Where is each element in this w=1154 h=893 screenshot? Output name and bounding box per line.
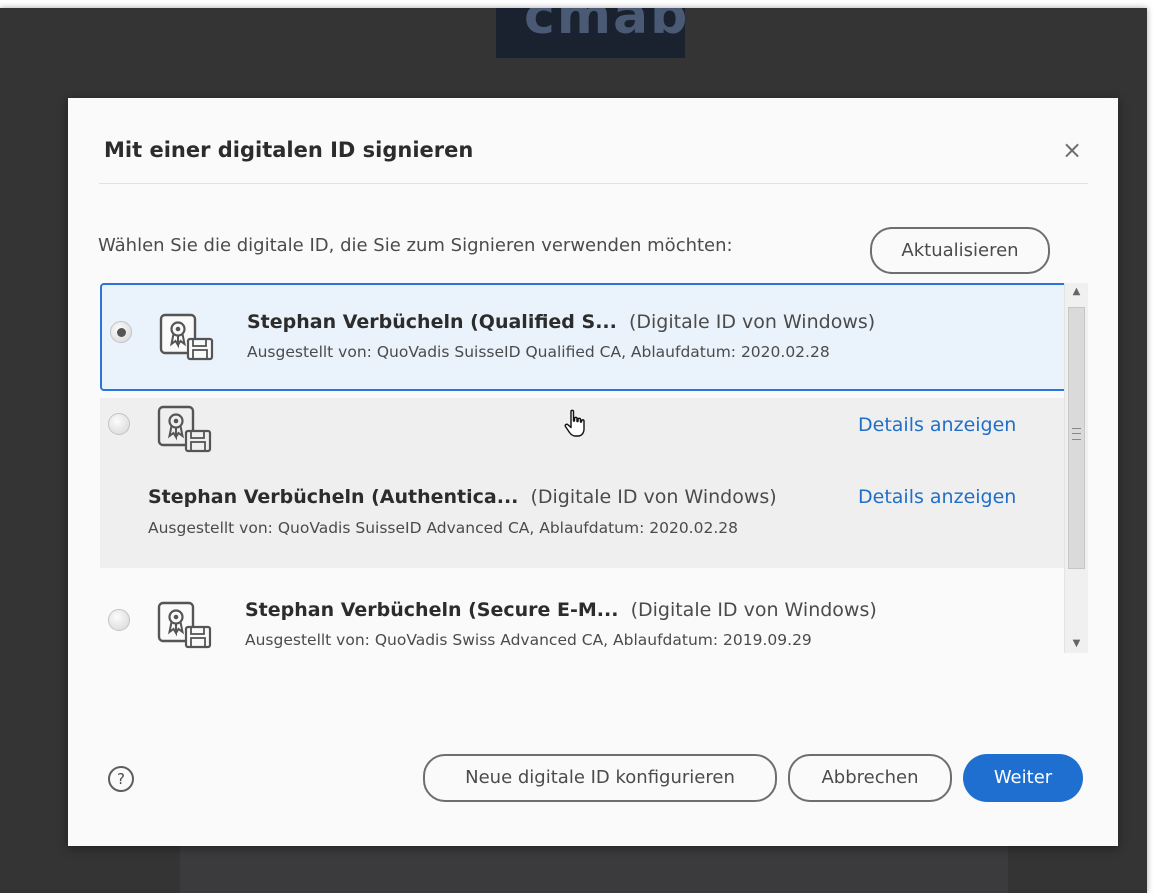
digital-id-issuer: Ausgestellt von: QuoVadis Swiss Advanced… [245, 631, 812, 649]
help-icon[interactable]: ? [108, 766, 134, 792]
digital-id-item-qualified[interactable]: Stephan Verbücheln (Qualified S... (Digi… [100, 283, 1072, 391]
dialog-title: Mit einer digitalen ID signieren [104, 138, 474, 162]
continue-button[interactable]: Weiter [963, 754, 1083, 802]
cancel-button[interactable]: Abbrechen [788, 754, 952, 802]
hand-cursor-icon [564, 409, 585, 437]
digital-id-issuer: Ausgestellt von: QuoVadis SuisseID Advan… [148, 519, 738, 537]
selection-prompt: Wählen Sie die digitale ID, die Sie zum … [98, 235, 733, 256]
document-header-text: cmab [524, 8, 685, 46]
scroll-up-arrow-icon[interactable]: ▲ [1065, 283, 1088, 301]
configure-new-id-button[interactable]: Neue digitale ID konfigurieren [423, 754, 777, 802]
digital-id-source: (Digitale ID von Windows) [530, 486, 777, 508]
list-scrollbar[interactable]: ▲ ▼ [1064, 283, 1088, 653]
details-link[interactable]: Details anzeigen [858, 414, 1016, 436]
title-divider [99, 183, 1088, 184]
grip-icon [1072, 428, 1081, 440]
certificate-icon [157, 601, 212, 649]
sign-with-digital-id-dialog: Mit einer digitalen ID signieren × Wähle… [68, 98, 1118, 846]
document-header-peek: cmab [496, 8, 685, 58]
scrollbar-thumb[interactable] [1068, 307, 1085, 569]
certificate-icon [157, 405, 212, 453]
digital-id-name: Stephan Verbücheln (Authentica... [148, 486, 519, 508]
digital-id-source: (Digitale ID von Windows) [628, 311, 876, 333]
certificate-icon [159, 313, 214, 361]
details-link[interactable]: Details anzeigen [858, 486, 1016, 508]
radio-button[interactable] [108, 609, 130, 631]
radio-button[interactable] [108, 413, 130, 435]
document-page-peek [180, 846, 1008, 893]
refresh-button[interactable]: Aktualisieren [870, 227, 1050, 274]
digital-id-source: (Digitale ID von Windows) [630, 599, 877, 621]
digital-id-name: Stephan Verbücheln (Secure E-M... [245, 599, 619, 621]
digital-id-list: Stephan Verbücheln (Qualified S... (Digi… [100, 283, 1090, 653]
close-icon[interactable]: × [1060, 138, 1084, 162]
digital-id-name: Stephan Verbücheln (Qualified S... [247, 311, 617, 333]
radio-button-selected[interactable] [110, 321, 132, 343]
digital-id-item-secure-email[interactable]: Stephan Verbücheln (Secure E-M... (Digit… [100, 581, 1072, 653]
digital-id-issuer: Ausgestellt von: QuoVadis SuisseID Quali… [247, 343, 830, 361]
scroll-down-arrow-icon[interactable]: ▼ [1065, 635, 1088, 653]
